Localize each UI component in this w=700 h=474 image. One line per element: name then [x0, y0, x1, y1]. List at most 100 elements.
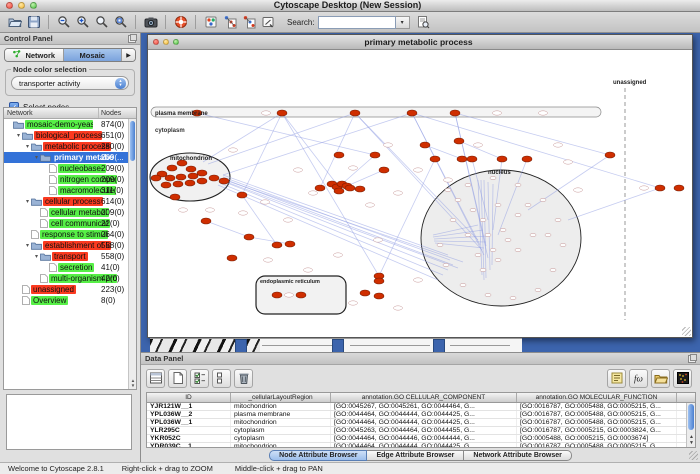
nucleus-node[interactable]	[465, 183, 471, 186]
nucleus-node[interactable]	[443, 263, 449, 266]
destroy-network-view-icon[interactable]	[239, 13, 258, 31]
open-file-icon[interactable]	[5, 13, 24, 31]
network-node[interactable]	[237, 192, 247, 198]
network-canvas[interactable]: plasma membranecytoplasmmitochondrionnuc…	[148, 50, 692, 337]
nucleus-node[interactable]	[535, 288, 541, 291]
nucleus-node[interactable]	[495, 258, 501, 261]
network-node[interactable]	[334, 152, 344, 158]
snapshot-icon[interactable]	[141, 13, 160, 31]
network-node[interactable]	[197, 170, 207, 176]
nucleus-node[interactable]	[490, 248, 496, 251]
help-icon[interactable]	[171, 13, 190, 31]
nucleus-node[interactable]	[445, 188, 451, 191]
nucleus-node[interactable]	[515, 183, 521, 186]
network-node[interactable]	[454, 138, 464, 144]
tree-row[interactable]: unassigned223(0)	[4, 284, 128, 295]
network-node[interactable]	[244, 234, 254, 240]
network-node[interactable]	[420, 142, 430, 148]
network-node[interactable]	[497, 156, 507, 162]
close-window-icon[interactable]	[6, 2, 13, 9]
network-edge[interactable]	[249, 237, 290, 244]
tree-row[interactable]: ▾establishment of lo558(0)	[4, 240, 128, 251]
tree-row[interactable]: multi-organism pro42(0)	[4, 273, 128, 284]
nucleus-node[interactable]	[505, 238, 511, 241]
network-node[interactable]	[674, 185, 684, 191]
nucleus-node[interactable]	[460, 283, 466, 286]
network-edge[interactable]	[218, 185, 438, 280]
uncheck-attributes-icon[interactable]	[212, 369, 231, 388]
tree-row[interactable]: secretion41(0)	[4, 262, 128, 273]
annotation-icon[interactable]	[258, 13, 277, 31]
nucleus-node[interactable]	[490, 176, 496, 179]
network-node[interactable]	[176, 174, 186, 180]
nucleus-node[interactable]	[560, 243, 566, 246]
network-node[interactable]	[355, 186, 365, 192]
minimize-view-icon[interactable]	[163, 39, 169, 45]
table-row[interactable]: YJR121W__1mitochondrion[GO:0045267, GO:0…	[147, 403, 695, 411]
nucleus-node[interactable]	[485, 233, 491, 236]
nucleus-node[interactable]	[550, 268, 556, 271]
network-node[interactable]	[467, 156, 477, 162]
tabs-overflow-button[interactable]: ▶	[122, 49, 135, 61]
tab-network[interactable]: Network	[5, 49, 64, 61]
search-dropdown-button[interactable]: ▾	[396, 16, 410, 29]
table-scrollbar-thumb[interactable]	[688, 404, 694, 430]
network-edge[interactable]	[568, 188, 660, 220]
nucleus-node[interactable]	[545, 233, 551, 236]
tree-column-nodes[interactable]: Nodes	[99, 108, 136, 118]
expand-toggle-icon[interactable]: ▾	[24, 198, 31, 205]
network-window-titlebar[interactable]: primary metabolic process	[148, 35, 692, 50]
network-node[interactable]	[296, 292, 306, 298]
network-edge[interactable]	[347, 170, 384, 186]
nucleus-node[interactable]	[530, 233, 536, 236]
tree-scrollbar[interactable]: ▲▼	[128, 119, 136, 389]
nucleus-node[interactable]	[475, 253, 481, 256]
tree-row[interactable]: nitrogen compo209(0)	[4, 174, 128, 185]
expand-toggle-icon[interactable]: ▾	[15, 132, 22, 139]
save-icon[interactable]	[24, 13, 43, 31]
nucleus-node[interactable]	[540, 198, 546, 201]
tree-row[interactable]: response to stimulu264(0)	[4, 229, 128, 240]
zoom-fit-icon[interactable]	[92, 13, 111, 31]
network-edge[interactable]	[206, 221, 249, 237]
table-row[interactable]: YLR295Ccytoplasm[GO:0045263, GO:0044464,…	[147, 427, 695, 435]
nucleus-node[interactable]	[515, 248, 521, 251]
network-node[interactable]	[522, 156, 532, 162]
label-icon[interactable]	[607, 369, 626, 388]
network-node[interactable]	[151, 175, 161, 181]
network-edge[interactable]	[282, 113, 339, 187]
network-node[interactable]	[374, 278, 384, 284]
network-node[interactable]	[450, 110, 460, 116]
table-column-header[interactable]: annotation.GO CELLULAR_COMPONENT	[331, 393, 517, 402]
zoom-in-icon[interactable]	[73, 13, 92, 31]
network-node[interactable]	[219, 178, 229, 184]
search-input[interactable]	[318, 16, 396, 29]
table-row[interactable]: YPL036W__2plasma membrane[GO:0044464, GO…	[147, 411, 695, 419]
float-data-panel-icon[interactable]	[688, 355, 696, 363]
float-panel-icon[interactable]	[128, 35, 136, 43]
table-column-header[interactable]: annotation.GO MOLECULAR_FUNCTION	[517, 393, 677, 402]
nucleus-node[interactable]	[465, 233, 471, 236]
tree-row[interactable]: cell communicat22(0)	[4, 218, 128, 229]
zoom-out-icon[interactable]	[54, 13, 73, 31]
matrix-view-icon[interactable]	[673, 369, 692, 388]
tree-column-network[interactable]: Network	[4, 108, 99, 118]
network-node[interactable]	[186, 166, 196, 172]
network-node[interactable]	[655, 185, 665, 191]
panel-resize-grip[interactable]	[689, 451, 698, 460]
function-builder-icon[interactable]: fω	[629, 369, 648, 388]
network-node[interactable]	[457, 156, 467, 162]
expand-toggle-icon[interactable]: ▾	[24, 143, 31, 150]
tree-row[interactable]: ▾transport558(0)	[4, 251, 128, 262]
zoom-selected-icon[interactable]	[111, 13, 130, 31]
tree-row[interactable]: Overview8(0)	[4, 295, 128, 306]
tab-mosaic[interactable]: Mosaic	[64, 49, 123, 61]
nucleus-node[interactable]	[525, 203, 531, 206]
nucleus-node[interactable]	[470, 208, 476, 211]
network-node[interactable]	[185, 180, 195, 186]
network-node[interactable]	[334, 188, 344, 194]
table-row[interactable]: YKR052Ccytoplasm[GO:0044464, GO:0044446,…	[147, 435, 695, 443]
tree-row[interactable]: mosaic-demo-yeast874(0)	[4, 119, 128, 130]
network-node[interactable]	[161, 182, 171, 188]
tree-row[interactable]: ▾metabolic process280(0)	[4, 141, 128, 152]
